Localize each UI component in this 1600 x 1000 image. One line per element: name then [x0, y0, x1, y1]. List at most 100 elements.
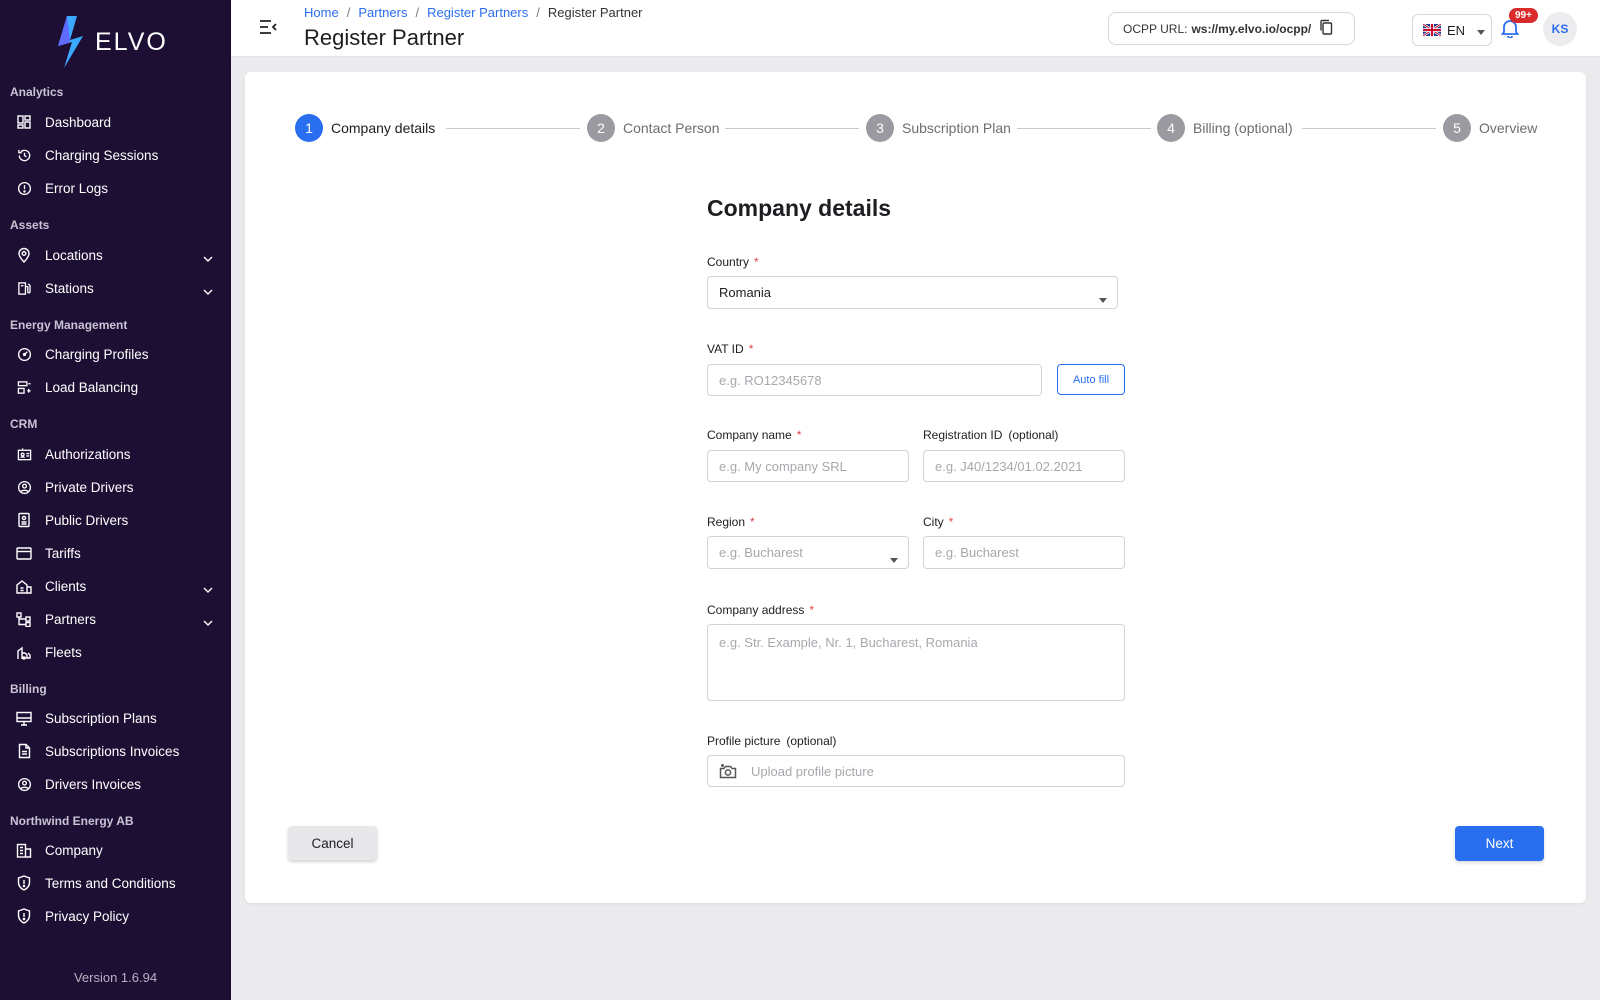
lightning-logo-icon — [58, 16, 83, 68]
sidebar-item-dashboard[interactable]: Dashboard — [0, 107, 231, 137]
city-placeholder: e.g. Bucharest — [935, 545, 1019, 560]
sidebar-item-label: Subscriptions Invoices — [45, 743, 180, 759]
section-crm: CRM — [10, 417, 38, 431]
user-avatar[interactable]: KS — [1543, 12, 1577, 46]
step-number: 4 — [1157, 114, 1185, 142]
vat-id-label: VAT ID * — [707, 342, 753, 356]
sidebar-item-stations[interactable]: Stations — [0, 273, 231, 303]
sidebar-item-label: Clients — [45, 578, 87, 594]
sidebar-item-clients[interactable]: Clients — [0, 571, 231, 601]
charging-station-icon — [16, 280, 32, 296]
badge-icon — [16, 512, 32, 528]
top-bar: Home / Partners / Register Partners / Re… — [231, 0, 1600, 57]
sidebar-item-charging-profiles[interactable]: Charging Profiles — [0, 339, 231, 369]
sidebar-item-authorizations[interactable]: Authorizations — [0, 439, 231, 469]
step-contact-person[interactable]: 2 Contact Person — [587, 114, 720, 142]
sidebar-item-privacy[interactable]: Privacy Policy — [0, 901, 231, 931]
company-name-placeholder: e.g. My company SRL — [719, 458, 847, 474]
sidebar-item-private-drivers[interactable]: Private Drivers — [0, 472, 231, 502]
sidebar-item-label: Terms and Conditions — [45, 875, 176, 891]
breadcrumb-separator: / — [346, 5, 351, 20]
step-subscription-plan[interactable]: 3 Subscription Plan — [866, 114, 1011, 142]
breadcrumb-separator: / — [415, 5, 420, 20]
sidebar-item-company[interactable]: Company — [0, 835, 231, 865]
company-name-input[interactable]: e.g. My company SRL — [707, 450, 909, 482]
caret-down-icon — [1477, 23, 1486, 38]
required-mark: * — [796, 428, 802, 442]
sidebar-item-label: Company — [45, 842, 103, 858]
sidebar-item-partners[interactable]: Partners — [0, 604, 231, 634]
sidebar-item-tariffs[interactable]: Tariffs — [0, 538, 231, 568]
sidebar-item-subscription-plans[interactable]: Subscription Plans — [0, 703, 231, 733]
brand-name: ELVO — [95, 27, 168, 56]
breadcrumb: Home / Partners / Register Partners / Re… — [304, 5, 643, 20]
country-label: Country * — [707, 255, 759, 269]
sidebar-item-subscriptions-invoices[interactable]: Subscriptions Invoices — [0, 736, 231, 766]
sidebar-item-charging-sessions[interactable]: Charging Sessions — [0, 140, 231, 170]
menu-collapse-icon[interactable] — [259, 20, 277, 37]
region-select[interactable]: e.g. Bucharest — [707, 536, 909, 569]
sidebar-item-public-drivers[interactable]: Public Drivers — [0, 505, 231, 535]
next-button[interactable]: Next — [1455, 826, 1544, 861]
cancel-button[interactable]: Cancel — [288, 826, 377, 860]
language-label: EN — [1447, 22, 1466, 38]
sidebar-item-error-logs[interactable]: Error Logs — [0, 173, 231, 203]
vat-id-input[interactable]: e.g. RO12345678 — [707, 364, 1042, 396]
document-icon — [16, 743, 32, 759]
profile-picture-upload[interactable]: Upload profile picture — [707, 755, 1125, 787]
breadcrumb-separator: / — [536, 5, 540, 20]
chevron-down-icon — [203, 249, 213, 265]
error-circle-icon — [16, 180, 32, 196]
step-number: 1 — [295, 114, 323, 142]
company-address-textarea[interactable]: e.g. Str. Example, Nr. 1, Bucharest, Rom… — [707, 624, 1125, 701]
app-version: Version 1.6.94 — [73, 970, 158, 985]
breadcrumb-register-partners[interactable]: Register Partners — [427, 5, 528, 20]
step-label: Billing (optional) — [1193, 120, 1293, 136]
sidebar-item-label: Authorizations — [45, 446, 131, 462]
step-number: 5 — [1443, 114, 1471, 142]
sidebar-item-terms[interactable]: Terms and Conditions — [0, 868, 231, 898]
section-energy-management: Energy Management — [10, 318, 128, 332]
auto-fill-button[interactable]: Auto fill — [1057, 364, 1125, 395]
copy-icon[interactable] — [1319, 19, 1333, 38]
sidebar-item-label: Stations — [45, 280, 94, 296]
country-select[interactable]: Romania — [707, 276, 1118, 309]
sidebar-item-fleets[interactable]: Fleets — [0, 637, 231, 667]
chevron-down-icon — [203, 613, 213, 629]
chevron-down-icon — [203, 282, 213, 298]
sidebar-item-load-balancing[interactable]: Load Balancing — [0, 372, 231, 402]
notification-count-badge: 99+ — [1509, 8, 1538, 23]
company-address-label: Company address * — [707, 603, 814, 617]
region-placeholder: e.g. Bucharest — [719, 545, 803, 560]
sidebar-item-drivers-invoices[interactable]: Drivers Invoices — [0, 769, 231, 799]
city-input[interactable]: e.g. Bucharest — [923, 536, 1125, 569]
step-connector — [1302, 128, 1436, 129]
step-label: Company details — [331, 120, 436, 136]
step-overview[interactable]: 5 Overview — [1443, 114, 1537, 142]
region-label: Region * — [707, 515, 755, 529]
label-text: Registration ID — [923, 428, 1003, 442]
balance-icon — [16, 379, 32, 395]
vat-id-placeholder: e.g. RO12345678 — [719, 372, 822, 388]
elvo-logo[interactable]: ELVO — [55, 16, 168, 68]
gauge-icon — [16, 346, 32, 362]
label-text: Company address — [707, 603, 805, 617]
breadcrumb-home[interactable]: Home — [304, 5, 339, 20]
registration-id-label: Registration ID (optional) — [923, 428, 1058, 442]
ocpp-url-value: ws://my.elvo.io/ocpp/ — [1191, 21, 1312, 36]
buildings-icon — [16, 578, 32, 594]
registration-id-input[interactable]: e.g. J40/1234/01.02.2021 — [923, 450, 1125, 482]
breadcrumb-partners[interactable]: Partners — [358, 5, 407, 20]
sidebar-item-label: Charging Sessions — [45, 147, 159, 163]
sidebar-item-locations[interactable]: Locations — [0, 240, 231, 270]
ocpp-label: OCPP URL: — [1123, 21, 1188, 36]
step-billing[interactable]: 4 Billing (optional) — [1157, 114, 1293, 142]
label-text: VAT ID — [707, 342, 744, 356]
section-assets: Assets — [10, 218, 50, 232]
step-company-details[interactable]: 1 Company details — [295, 114, 435, 142]
sidebar-item-label: Private Drivers — [45, 479, 134, 495]
label-text: Profile picture — [707, 734, 781, 748]
language-selector[interactable]: EN — [1412, 14, 1492, 46]
required-mark: * — [809, 603, 815, 617]
caret-down-icon — [890, 551, 898, 566]
